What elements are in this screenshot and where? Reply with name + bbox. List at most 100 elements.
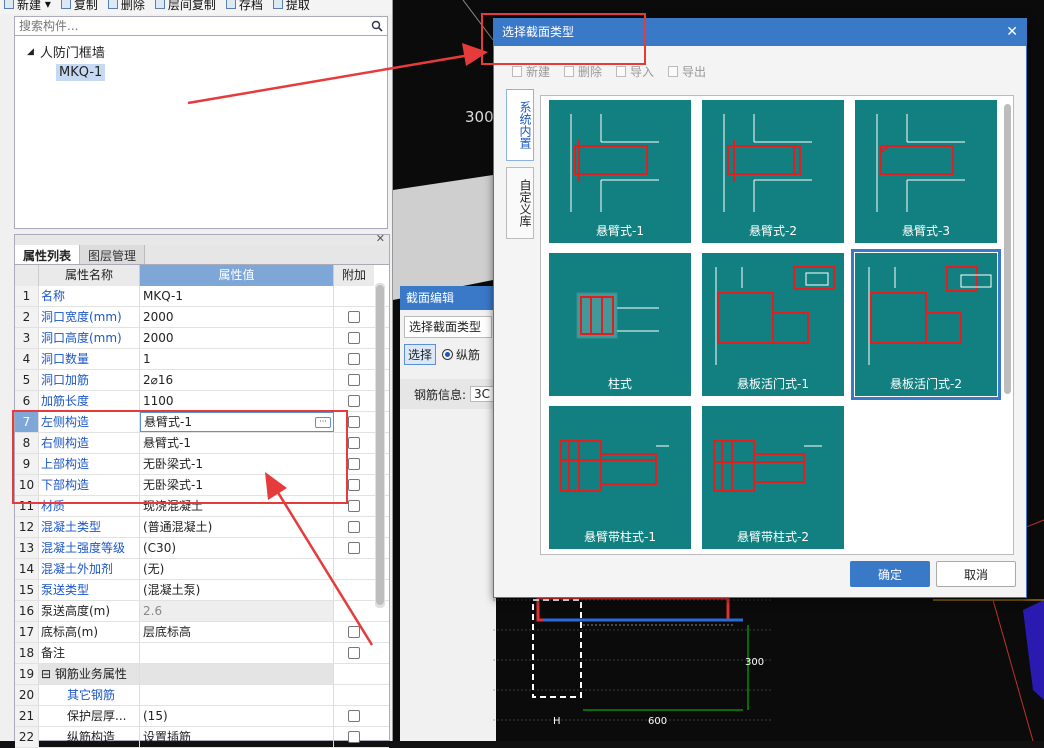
select-section-type-field[interactable]: 选择截面类型 xyxy=(404,316,492,338)
property-value[interactable]: 1100 xyxy=(140,391,334,411)
property-value[interactable]: 悬臂式-1 ··· xyxy=(140,412,334,432)
table-row[interactable]: 17 底标高(m) 层底标高 xyxy=(15,622,389,643)
table-row[interactable]: 21 保护层厚... (15) xyxy=(15,706,389,727)
rebar-info-field[interactable]: 3C xyxy=(470,386,495,402)
property-value[interactable]: MKQ-1 xyxy=(140,286,334,306)
cancel-button[interactable]: 取消 xyxy=(936,561,1016,587)
table-row[interactable]: 8 右侧构造 悬臂式-1 xyxy=(15,433,389,454)
table-row[interactable]: 2 洞口宽度(mm) 2000 xyxy=(15,307,389,328)
tab-system-builtin[interactable]: 系统内置 xyxy=(506,89,534,161)
table-row[interactable]: 19 ⊟ 钢筋业务属性 xyxy=(15,664,389,685)
dlg-import-button[interactable]: 导入 xyxy=(616,63,654,80)
gallery-scrollbar[interactable] xyxy=(1004,104,1011,394)
extra-checkbox[interactable] xyxy=(348,731,360,743)
property-value[interactable]: 无卧梁式-1 xyxy=(140,475,334,495)
table-row[interactable]: 5 洞口加筋 2⌀16 xyxy=(15,370,389,391)
dlg-delete-button[interactable]: 删除 xyxy=(564,63,602,80)
dlg-export-button[interactable]: 导出 xyxy=(668,63,706,80)
tree-node-root[interactable]: ◢ 人防门框墙 xyxy=(27,42,105,61)
property-value[interactable]: 现浇混凝土 xyxy=(140,496,334,516)
extra-checkbox[interactable] xyxy=(348,626,360,638)
dialog-toolbar: 新建 删除 导入 导出 xyxy=(494,59,1026,83)
extract-button[interactable]: 提取 xyxy=(272,0,310,13)
section-tile[interactable]: 悬臂式-1 xyxy=(549,100,691,243)
collapse-triangle-icon[interactable]: ◢ xyxy=(27,47,34,57)
ellipsis-button[interactable]: ··· xyxy=(315,416,331,428)
section-tile[interactable]: 悬臂带柱式-1 xyxy=(549,406,691,549)
select-button[interactable]: 选择 xyxy=(404,344,437,365)
tab-layer-manage[interactable]: 图层管理 xyxy=(80,245,146,264)
extra-checkbox[interactable] xyxy=(348,647,360,659)
longitudinal-radio[interactable] xyxy=(442,349,454,360)
property-value[interactable]: (混凝土泵) xyxy=(140,580,334,600)
table-row[interactable]: 12 混凝土类型 (普通混凝土) xyxy=(15,517,389,538)
property-value[interactable]: 2000 xyxy=(140,307,334,327)
table-row[interactable]: 22 纵筋构造 设置插筋 xyxy=(15,727,389,748)
property-value[interactable]: 2.6 xyxy=(140,601,334,621)
table-row[interactable]: 13 混凝土强度等级 (C30) xyxy=(15,538,389,559)
table-row[interactable]: 20 其它钢筋 xyxy=(15,685,389,706)
property-value[interactable]: 悬臂式-1 xyxy=(140,433,334,453)
extra-checkbox[interactable] xyxy=(348,521,360,533)
tab-custom-library[interactable]: 自定义库 xyxy=(506,167,534,239)
property-value[interactable]: (15) xyxy=(140,706,334,726)
table-row[interactable]: 15 泵送类型 (混凝土泵) xyxy=(15,580,389,601)
property-value[interactable]: (无) xyxy=(140,559,334,579)
table-row[interactable]: 16 泵送高度(m) 2.6 xyxy=(15,601,389,622)
extra-checkbox[interactable] xyxy=(348,353,360,365)
table-row[interactable]: 10 下部构造 无卧梁式-1 xyxy=(15,475,389,496)
table-row[interactable]: 14 混凝土外加剂 (无) xyxy=(15,559,389,580)
extra-checkbox[interactable] xyxy=(348,500,360,512)
new-button[interactable]: 新建 ▾ xyxy=(4,0,51,13)
extra-checkbox[interactable] xyxy=(348,374,360,386)
property-value[interactable]: (普通混凝土) xyxy=(140,517,334,537)
section-tile[interactable]: 悬板活门式-2 xyxy=(851,249,1001,400)
table-row[interactable]: 3 洞口高度(mm) 2000 xyxy=(15,328,389,349)
extra-checkbox[interactable] xyxy=(348,542,360,554)
table-row[interactable]: 18 备注 xyxy=(15,643,389,664)
copy-button[interactable]: 复制 xyxy=(60,0,98,13)
ok-button[interactable]: 确定 xyxy=(850,561,930,587)
property-value[interactable] xyxy=(140,664,334,684)
extra-checkbox[interactable] xyxy=(348,395,360,407)
extra-checkbox[interactable] xyxy=(348,479,360,491)
property-value[interactable]: (C30) xyxy=(140,538,334,558)
close-icon[interactable]: ✕ xyxy=(1006,19,1018,46)
table-row[interactable]: 7 左侧构造 悬臂式-1 ··· xyxy=(15,412,389,433)
section-tile[interactable]: 柱式 xyxy=(549,253,691,396)
dlg-new-button[interactable]: 新建 xyxy=(512,63,550,80)
layer-copy-button[interactable]: 层间复制 xyxy=(154,0,216,13)
extra-checkbox[interactable] xyxy=(348,710,360,722)
extra-checkbox[interactable] xyxy=(348,332,360,344)
delete-button[interactable]: 删除 xyxy=(107,0,145,13)
property-value[interactable]: 2⌀16 xyxy=(140,370,334,390)
table-row[interactable]: 4 洞口数量 1 xyxy=(15,349,389,370)
tree-node-mkq1[interactable]: MKQ-1 xyxy=(56,64,106,81)
search-input[interactable] xyxy=(19,19,349,33)
property-value[interactable]: 层底标高 xyxy=(140,622,334,642)
property-value[interactable] xyxy=(140,685,334,705)
table-row[interactable]: 11 材质 现浇混凝土 xyxy=(15,496,389,517)
extra-checkbox[interactable] xyxy=(348,458,360,470)
extra-checkbox[interactable] xyxy=(348,416,360,428)
property-value[interactable]: 1 xyxy=(140,349,334,369)
property-value[interactable]: 2000 xyxy=(140,328,334,348)
save-button[interactable]: 存档 xyxy=(225,0,263,13)
table-row[interactable]: 9 上部构造 无卧梁式-1 xyxy=(15,454,389,475)
property-value[interactable] xyxy=(140,643,334,663)
property-scrollbar[interactable] xyxy=(375,283,385,608)
tab-property-list[interactable]: 属性列表 xyxy=(15,245,81,264)
copy-icon xyxy=(60,0,71,9)
section-tile[interactable]: 悬臂式-2 xyxy=(702,100,844,243)
table-row[interactable]: 1 名称 MKQ-1 xyxy=(15,286,389,307)
close-icon[interactable]: ✕ xyxy=(376,232,385,245)
property-value[interactable]: 设置插筋 xyxy=(140,727,334,747)
section-tile[interactable]: 悬臂式-3 xyxy=(855,100,997,243)
extra-checkbox[interactable] xyxy=(348,437,360,449)
section-tile[interactable]: 悬板活门式-1 xyxy=(702,253,844,396)
table-row[interactable]: 6 加筋长度 1100 xyxy=(15,391,389,412)
search-icon[interactable] xyxy=(371,20,383,32)
section-tile[interactable]: 悬臂带柱式-2 xyxy=(702,406,844,549)
extra-checkbox[interactable] xyxy=(348,311,360,323)
property-value[interactable]: 无卧梁式-1 xyxy=(140,454,334,474)
